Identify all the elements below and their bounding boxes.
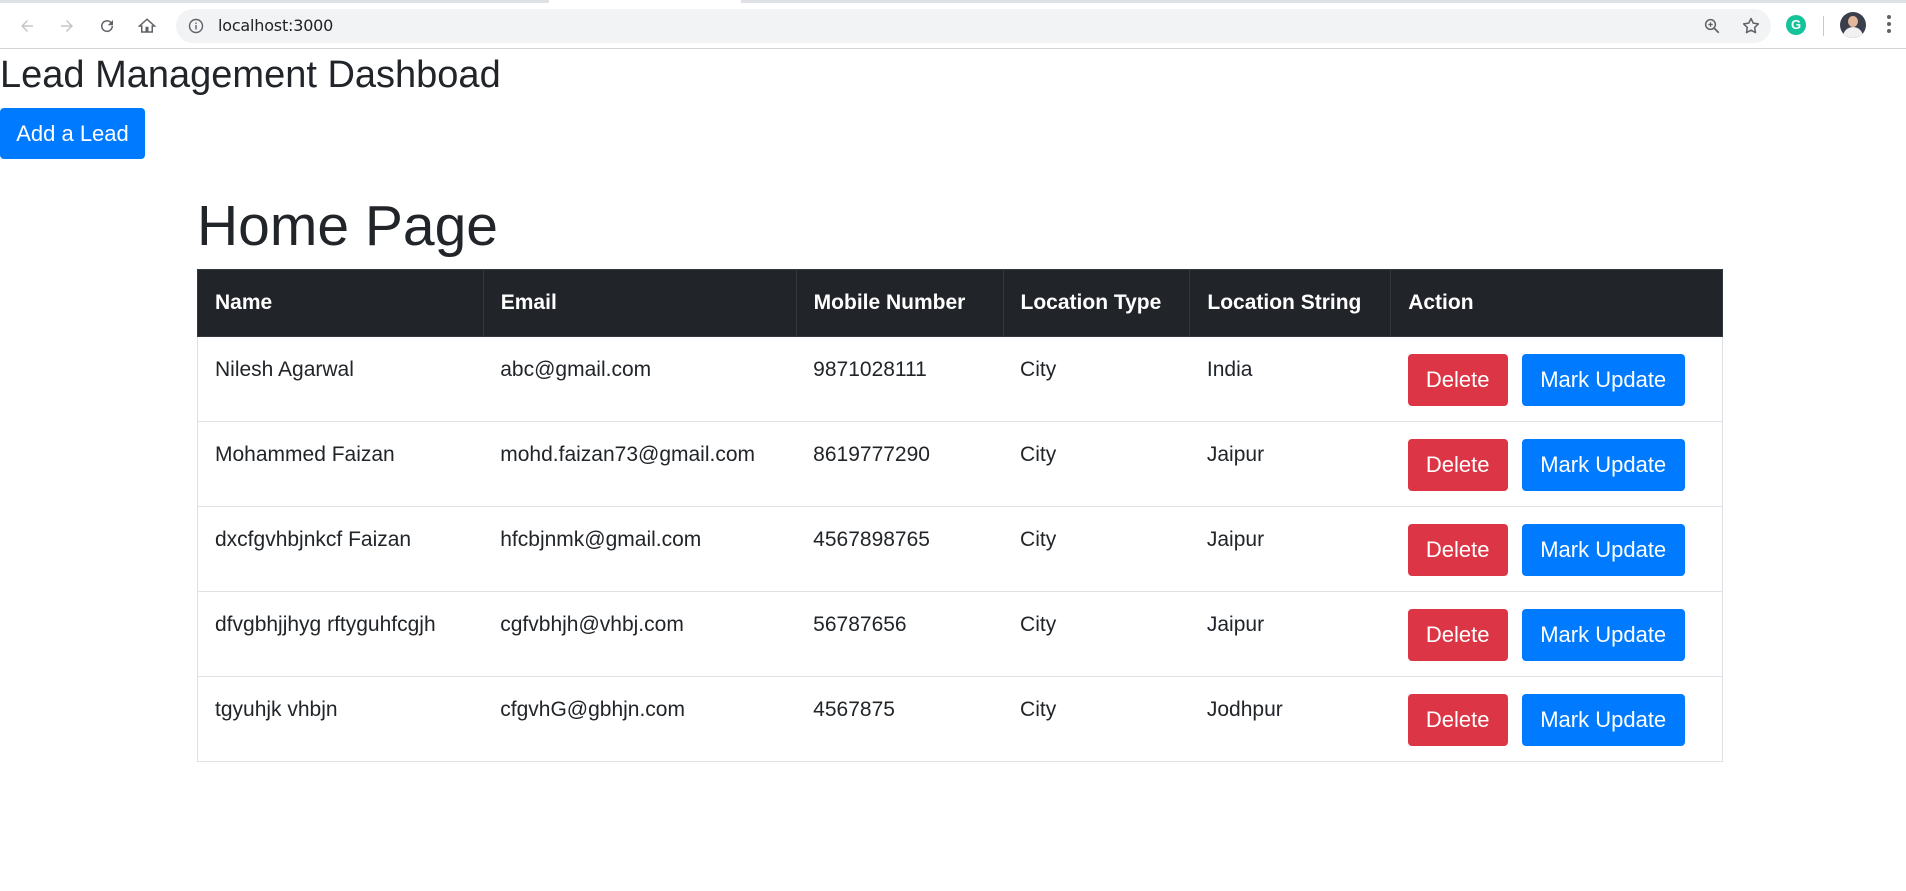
cell-email: abc@gmail.com (483, 336, 797, 422)
header-action: Action (1390, 269, 1723, 337)
cell-mobile: 9871028111 (796, 336, 1004, 422)
cell-location-type: City (1003, 591, 1190, 677)
page-title: Home Page (197, 194, 499, 258)
cell-location-string: Jodhpur (1189, 676, 1391, 762)
delete-button[interactable]: Delete (1407, 694, 1508, 746)
table-row: dxcfgvhbjnkcf Faizan hfcbjnmk@gmail.com … (197, 506, 1723, 592)
location-type-text: City (1020, 698, 1057, 721)
toolbar-divider (1823, 16, 1824, 36)
address-bar[interactable]: localhost:3000 (176, 9, 1771, 43)
cell-name: dfvgbhjjhyg rftyguhfcgjh (197, 591, 484, 677)
mobile-text: 56787656 (813, 613, 907, 636)
header-email: Email (482, 269, 797, 337)
url-text[interactable]: localhost:3000 (218, 17, 333, 35)
cell-mobile: 56787656 (796, 591, 1004, 677)
cell-mobile: 8619777290 (796, 421, 1004, 507)
cell-name: Nilesh Agarwal (197, 336, 484, 422)
cell-email: mohd.faizan73@gmail.com (483, 421, 797, 507)
name-text: dfvgbhjjhyg rftyguhfcgjh (215, 613, 436, 636)
table-row: tgyuhjk vhbjn cfgvhG@gbhjn.com 4567875 C… (197, 676, 1723, 762)
cell-name: dxcfgvhbjnkcf Faizan (197, 506, 484, 592)
delete-button[interactable]: Delete (1407, 439, 1508, 491)
location-string-text: India (1206, 358, 1253, 381)
location-string-text: Jaipur (1206, 528, 1265, 551)
cell-location-string: India (1189, 336, 1391, 422)
header-name: Name (197, 269, 484, 337)
delete-button[interactable]: Delete (1407, 354, 1508, 406)
zoom-icon[interactable] (1703, 17, 1721, 35)
header-location-string: Location String (1189, 269, 1392, 337)
delete-button[interactable]: Delete (1407, 524, 1508, 576)
table-row: dfvgbhjjhyg rftyguhfcgjh cgfvbhjh@vhbj.c… (197, 591, 1723, 677)
mark-update-button[interactable]: Mark Update (1521, 354, 1685, 406)
browser-toolbar: localhost:3000 G (0, 0, 1906, 49)
location-type-text: City (1020, 358, 1057, 381)
email-text: cfgvhG@gbhjn.com (500, 698, 685, 721)
cell-location-type: City (1003, 676, 1190, 762)
back-icon[interactable] (13, 12, 41, 40)
cell-email: cgfvbhjh@vhbj.com (483, 591, 797, 677)
email-text: cgfvbhjh@vhbj.com (500, 613, 684, 636)
browser-menu-icon[interactable] (1886, 15, 1892, 35)
mobile-text: 8619777290 (813, 443, 930, 466)
table-row: Nilesh Agarwal abc@gmail.com 9871028111 … (197, 336, 1723, 422)
profile-avatar[interactable] (1840, 12, 1866, 38)
location-string-text: Jaipur (1206, 443, 1265, 466)
info-icon[interactable] (188, 18, 204, 34)
table-header-row: Name Email Mobile Number Location Type L… (197, 269, 1723, 337)
mobile-text: 4567898765 (813, 528, 930, 551)
cell-email: cfgvhG@gbhjn.com (483, 676, 797, 762)
mark-update-button[interactable]: Mark Update (1521, 694, 1685, 746)
header-location-type: Location Type (1002, 269, 1191, 337)
table-row: Mohammed Faizan mohd.faizan73@gmail.com … (197, 421, 1723, 507)
cell-actions: Delete Mark Update (1390, 676, 1723, 762)
email-text: mohd.faizan73@gmail.com (500, 443, 756, 466)
delete-button[interactable]: Delete (1407, 609, 1508, 661)
bookmark-star-icon[interactable] (1741, 16, 1761, 36)
header-mobile-number: Mobile Number (795, 269, 1004, 337)
name-text: tgyuhjk vhbjn (215, 698, 338, 721)
add-lead-button[interactable]: Add a Lead (0, 108, 145, 159)
mobile-text: 4567875 (813, 698, 895, 721)
tab-strip (0, 0, 1906, 3)
cell-location-string: Jaipur (1189, 506, 1391, 592)
cell-location-type: City (1003, 421, 1190, 507)
dashboard-title: Lead Management Dashboad (0, 54, 501, 96)
cell-actions: Delete Mark Update (1390, 591, 1723, 677)
reload-icon[interactable] (93, 12, 121, 40)
grammarly-extension-icon[interactable]: G (1786, 15, 1806, 35)
location-string-text: Jaipur (1206, 613, 1265, 636)
cell-location-type: City (1003, 336, 1190, 422)
cell-actions: Delete Mark Update (1390, 506, 1723, 592)
cell-email: hfcbjnmk@gmail.com (483, 506, 797, 592)
location-type-text: City (1020, 613, 1057, 636)
cell-name: Mohammed Faizan (197, 421, 484, 507)
name-text: Mohammed Faizan (215, 443, 395, 466)
email-text: abc@gmail.com (500, 358, 652, 381)
cell-actions: Delete Mark Update (1390, 336, 1723, 422)
home-icon[interactable] (133, 12, 161, 40)
mobile-text: 9871028111 (813, 358, 927, 381)
mark-update-button[interactable]: Mark Update (1521, 439, 1685, 491)
cell-actions: Delete Mark Update (1390, 421, 1723, 507)
forward-icon[interactable] (53, 12, 81, 40)
cell-location-type: City (1003, 506, 1190, 592)
mark-update-button[interactable]: Mark Update (1521, 524, 1685, 576)
mark-update-button[interactable]: Mark Update (1521, 609, 1685, 661)
location-type-text: City (1020, 443, 1057, 466)
cell-name: tgyuhjk vhbjn (197, 676, 484, 762)
location-string-text: Jodhpur (1206, 698, 1283, 721)
email-text: hfcbjnmk@gmail.com (500, 528, 702, 551)
cell-location-string: Jaipur (1189, 421, 1391, 507)
cell-mobile: 4567898765 (796, 506, 1004, 592)
cell-mobile: 4567875 (796, 676, 1004, 762)
cell-location-string: Jaipur (1189, 591, 1391, 677)
location-type-text: City (1020, 528, 1057, 551)
leads-table: Name Email Mobile Number Location Type L… (197, 269, 1723, 762)
name-text: Nilesh Agarwal (215, 358, 354, 381)
name-text: dxcfgvhbjnkcf Faizan (215, 528, 412, 551)
